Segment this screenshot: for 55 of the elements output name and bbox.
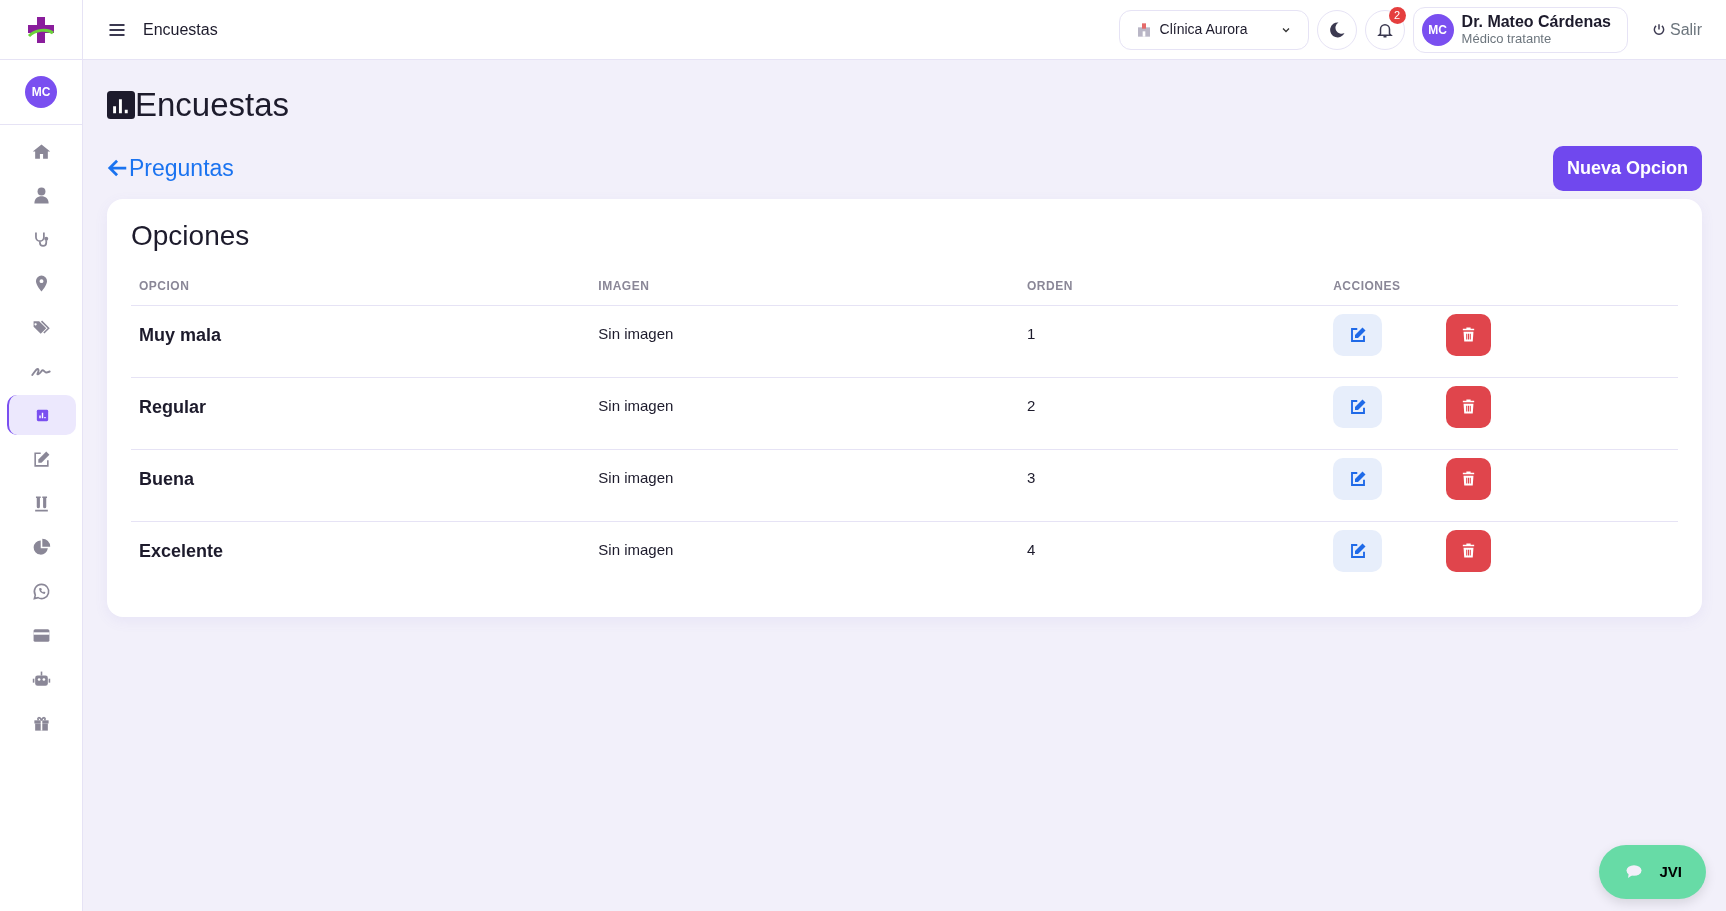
option-name: Buena [139,468,194,489]
edit-icon [1348,541,1367,560]
edit-icon [1348,397,1367,416]
chat-button[interactable]: JVI [1599,844,1706,899]
clinic-select[interactable]: Clínica Aurora [1118,9,1309,50]
edit-button[interactable] [1333,529,1383,572]
column-header: OPCION [139,278,190,293]
image-cell: Sin imagen [598,324,674,342]
delete-button[interactable] [1446,529,1492,572]
topbar-title: Encuestas [143,19,218,40]
moon-icon [1327,20,1346,39]
user-name: Dr. Mateo Cárdenas [1461,14,1611,30]
pie-chart-icon [31,537,51,557]
power-icon [1652,22,1666,37]
new-option-button[interactable]: Nueva Opcion [1552,145,1702,191]
edit-button[interactable] [1333,313,1383,356]
column-header: IMAGEN [598,278,650,293]
image-cell: Sin imagen [598,540,674,558]
speech-bubble-icon [1625,862,1644,881]
image-cell: Sin imagen [598,468,674,486]
delete-button[interactable] [1446,457,1492,500]
sidebar-item[interactable] [6,395,76,435]
edit-icon [1348,325,1367,344]
user-avatar: MC [1421,13,1454,46]
notification-count: 2 [1388,6,1406,24]
order-cell: 1 [1026,324,1036,342]
avatar: MC [25,76,57,108]
option-name: Muy mala [139,324,222,345]
logout-link[interactable]: Salir [1652,17,1702,42]
edit-icon [1348,469,1367,488]
arrow-left-icon [107,157,129,179]
delete-button[interactable] [1446,385,1492,428]
column-header: ORDEN [1026,278,1073,293]
card-title: Opciones [131,218,251,253]
order-cell: 4 [1026,540,1036,558]
bar-chart-icon [107,90,135,119]
edit-icon [31,449,51,469]
signature-icon [31,365,51,377]
edit-button[interactable] [1333,457,1383,500]
delete-button[interactable] [1446,313,1492,356]
back-link[interactable]: Preguntas [107,150,234,186]
user-role: Médico tratante [1461,32,1553,45]
option-name: Regular [139,396,207,417]
page-title: Encuestas [135,85,290,125]
chat-bubble-icon [31,581,51,601]
order-cell: 3 [1026,468,1036,486]
image-cell: Sin imagen [598,396,674,414]
home-icon [31,141,51,161]
notifications-button[interactable]: 2 [1364,9,1405,50]
column-header: ACCIONES [1333,278,1401,293]
edit-button[interactable] [1333,385,1383,428]
option-name: Excelente [139,540,224,561]
order-cell: 2 [1026,396,1036,414]
robot-icon [31,669,51,689]
hospital-icon [1135,21,1152,38]
